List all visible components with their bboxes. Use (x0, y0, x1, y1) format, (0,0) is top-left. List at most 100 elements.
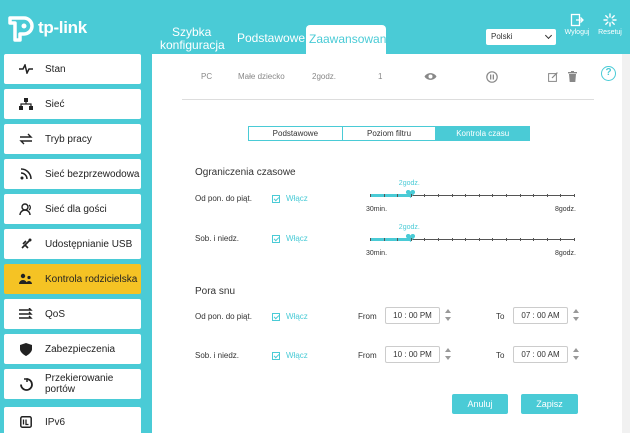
sidebar-item-wireless[interactable]: Sieć bezprzewodowa (4, 159, 141, 189)
reboot-label: Resetuj (598, 29, 622, 36)
parental-icon (18, 271, 34, 287)
slider-min-label: 30min. (366, 250, 388, 257)
slider-tick (574, 238, 575, 241)
logout-button[interactable]: Wyloguj (562, 13, 592, 36)
tp-link-logo[interactable]: tp-link (6, 14, 87, 42)
row-time: 2godz. (312, 72, 337, 81)
sidebar-item-guest-network[interactable]: Sieć dla gości (4, 194, 141, 224)
weekday-to-label: To (496, 312, 505, 321)
time-spinner-icon[interactable] (445, 309, 451, 321)
slider-tick (370, 238, 371, 241)
sidebar-item-label: IPv6 (45, 416, 66, 428)
slider-max-label: 8godz. (554, 206, 576, 213)
slider-max-label: 8godz. (554, 250, 576, 257)
slider-tick (492, 238, 494, 241)
slider-tick (383, 194, 385, 197)
slider-tick (478, 194, 480, 197)
slider-tick (492, 194, 494, 197)
sidebar-item-label: Sieć bezprzewodowa (45, 168, 140, 180)
weekday-limit-slider[interactable]: 2godz. 30min. 8godz. (366, 180, 576, 224)
sidebar-item-label: Zabezpieczenia (45, 343, 116, 355)
sidebar: Stan Sieć Tryb pracy Sieć bezprzewodowa … (0, 54, 145, 433)
weekday-to-time-input[interactable]: 07 : 00 AM (513, 307, 568, 324)
logout-icon (570, 13, 584, 27)
bedtime-title: Pora snu (195, 286, 236, 297)
sidebar-item-security[interactable]: Zabezpieczenia (4, 334, 141, 364)
weekday-limit-checkbox[interactable] (272, 195, 280, 203)
weekday-from-time-input[interactable]: 10 : 00 PM (385, 307, 440, 324)
sidebar-item-ipv6[interactable]: IPv6 (4, 407, 141, 433)
logout-label: Wyloguj (564, 29, 590, 36)
weekday-from-label: From (358, 312, 377, 321)
main-panel: ? PC Małe dziecko 2godz. 1 Podstawowe Po… (152, 54, 630, 433)
save-button[interactable]: Zapisz (521, 394, 578, 414)
sidebar-item-network[interactable]: Sieć (4, 89, 141, 119)
config-tabs: Podstawowe Poziom filtru Kontrola czasu (248, 126, 530, 141)
slider-min-label: 30min. (366, 206, 388, 213)
slider-tick (397, 238, 399, 241)
tab-advanced[interactable]: Zaawansowane (306, 25, 393, 54)
pulse-icon (18, 61, 34, 77)
weekend-to-label: To (496, 351, 505, 360)
weekday-bedtime-checkbox[interactable] (272, 313, 280, 321)
forward-icon (18, 376, 34, 392)
language-select[interactable]: Polski (486, 29, 556, 45)
help-icon[interactable]: ? (601, 66, 616, 81)
slider-tick (424, 238, 426, 241)
eye-icon[interactable] (424, 71, 437, 82)
qos-icon (18, 306, 34, 322)
slider-fill (370, 238, 411, 241)
weekend-limit-label: Sob. i niedz. (195, 234, 240, 243)
weekend-bedtime-checkbox[interactable] (272, 352, 280, 360)
slider-tick (438, 238, 439, 241)
time-spinner-icon[interactable] (573, 309, 579, 321)
edit-icon[interactable] (548, 72, 558, 82)
sidebar-item-port-forwarding[interactable]: Przekierowanie portów (4, 369, 141, 399)
sidebar-item-label: Stan (45, 63, 66, 75)
reboot-button[interactable]: Resetuj (595, 13, 625, 36)
usb-icon (18, 236, 34, 252)
sidebar-item-status[interactable]: Stan (4, 54, 141, 84)
cancel-button[interactable]: Anuluj (452, 394, 508, 414)
sidebar-item-parental-controls[interactable]: Kontrola rodzicielska (4, 264, 141, 294)
slider-tick (546, 194, 548, 197)
sidebar-item-qos[interactable]: QoS (4, 299, 141, 329)
tab-quick-setup-line2: konfiguracja (160, 38, 225, 52)
sidebar-item-label: Udostępnianie USB (45, 238, 133, 250)
weekend-limit-slider[interactable]: 2godz. 30min. 8godz. (366, 224, 576, 268)
weekend-limit-checkbox[interactable] (272, 235, 280, 243)
shield-icon (18, 341, 34, 357)
time-spinner-icon[interactable] (573, 348, 579, 360)
slider-tick (451, 194, 453, 197)
tab-filter-level[interactable]: Poziom filtru (341, 127, 436, 140)
tab-quick-setup[interactable]: Szybka konfiguracja (160, 26, 225, 52)
sidebar-item-operation-mode[interactable]: Tryb pracy (4, 124, 141, 154)
tab-time-control[interactable]: Kontrola czasu (435, 127, 530, 140)
row-divider (182, 99, 594, 100)
slider-tick (533, 194, 535, 197)
network-icon (18, 96, 34, 112)
label-line1: Przekierowanie (45, 373, 114, 384)
slider-tick (519, 194, 521, 197)
time-spinner-icon[interactable] (445, 348, 451, 360)
delete-icon[interactable] (568, 71, 577, 82)
slider-tick (560, 238, 562, 241)
scrollbar[interactable] (622, 54, 630, 433)
slider-tick (438, 194, 439, 197)
weekday-limit-label: Od pon. do piąt. (195, 194, 252, 203)
weekend-bedtime-enable-label: Włącz (286, 351, 308, 360)
pause-icon[interactable] (486, 71, 498, 83)
row-device: PC (201, 72, 213, 81)
slider-tick (465, 238, 467, 241)
slider-tick (451, 238, 453, 241)
slider-tick (506, 238, 507, 241)
sidebar-item-label: Kontrola rodzicielska (45, 273, 138, 285)
slider-tick (574, 194, 575, 197)
time-limits-title: Ograniczenia czasowe (195, 167, 296, 178)
tab-basic-settings[interactable]: Podstawowe (249, 127, 342, 140)
weekend-from-time-input[interactable]: 10 : 00 PM (385, 346, 440, 363)
logo-text: tp-link (38, 18, 87, 37)
slider-tick (519, 238, 521, 241)
weekend-to-time-input[interactable]: 07 : 00 AM (513, 346, 568, 363)
sidebar-item-usb-sharing[interactable]: Udostępnianie USB (4, 229, 141, 259)
